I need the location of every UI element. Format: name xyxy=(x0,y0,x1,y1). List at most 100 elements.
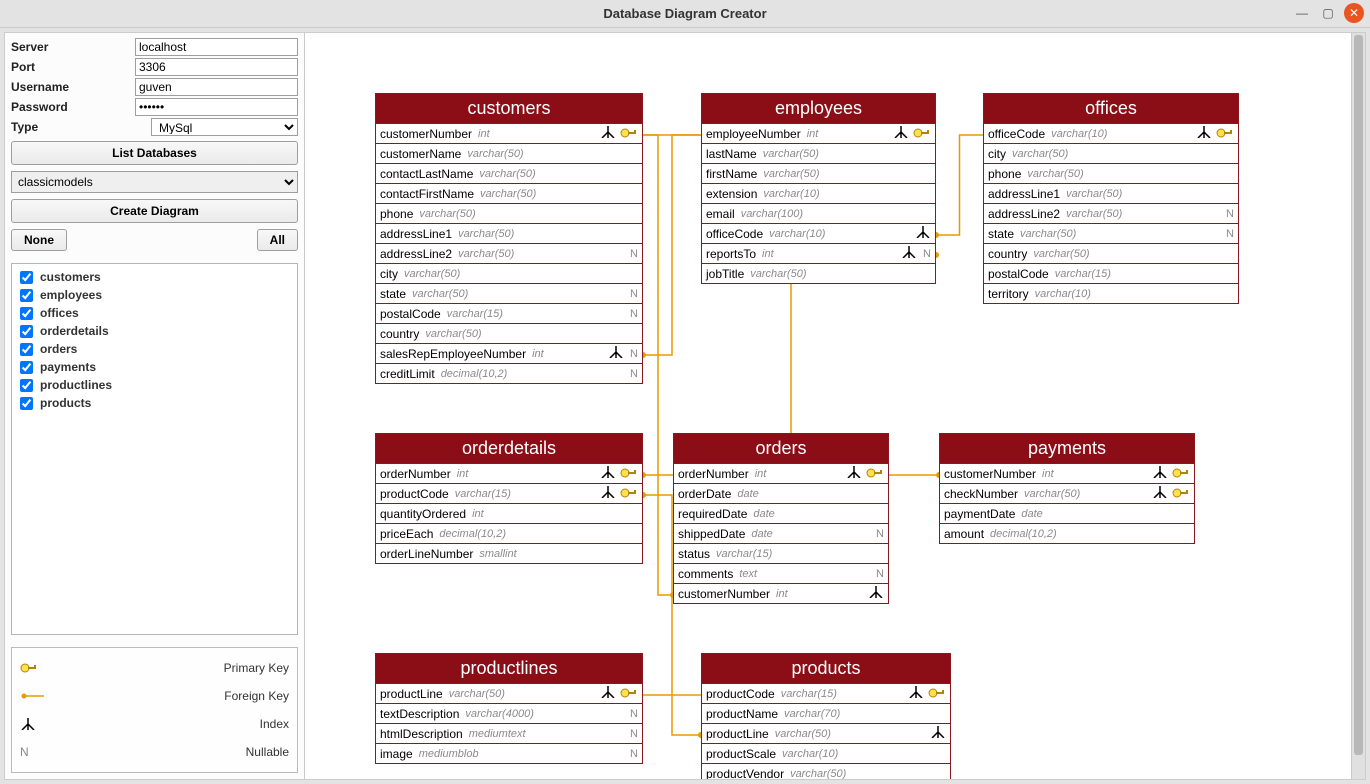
column-row: reportsTointN xyxy=(702,243,935,263)
column-type: varchar(50) xyxy=(790,768,846,780)
column-row: contactLastNamevarchar(50) xyxy=(376,163,642,183)
none-button[interactable]: None xyxy=(11,229,67,251)
column-markers: N xyxy=(628,728,638,740)
type-select[interactable]: MySql xyxy=(151,118,298,136)
column-markers: N xyxy=(628,708,638,720)
table-checkbox[interactable] xyxy=(20,361,33,374)
column-markers xyxy=(915,226,931,241)
null-icon: N xyxy=(628,248,638,260)
column-markers: N xyxy=(628,248,638,260)
column-name: productCode xyxy=(380,487,449,501)
column-type: varchar(10) xyxy=(763,188,819,200)
entity-offices[interactable]: officesofficeCodevarchar(10)cityvarchar(… xyxy=(983,93,1239,304)
column-row: quantityOrderedint xyxy=(376,503,642,523)
entity-employees[interactable]: employeesemployeeNumberintlastNamevarcha… xyxy=(701,93,936,284)
column-type: decimal(10,2) xyxy=(441,368,508,380)
column-type: varchar(50) xyxy=(467,148,523,160)
column-markers xyxy=(1152,486,1190,501)
table-checkbox-row: orderdetails xyxy=(16,322,293,340)
close-button[interactable]: ✕ xyxy=(1344,3,1364,23)
column-name: country xyxy=(380,327,419,341)
server-input[interactable] xyxy=(135,38,298,56)
fk-icon xyxy=(20,692,50,700)
entity-title: payments xyxy=(940,434,1194,463)
column-name: contactFirstName xyxy=(380,187,474,201)
column-row: customerNumberint xyxy=(674,583,888,603)
index-icon xyxy=(1196,126,1212,141)
column-row: emailvarchar(100) xyxy=(702,203,935,223)
table-checkbox[interactable] xyxy=(20,271,33,284)
table-checkbox-row: employees xyxy=(16,286,293,304)
column-markers: N xyxy=(874,568,884,580)
column-type: date xyxy=(753,508,774,520)
column-type: varchar(50) xyxy=(775,728,831,740)
index-icon xyxy=(20,718,50,730)
null-icon: N xyxy=(628,348,638,360)
table-checkbox[interactable] xyxy=(20,397,33,410)
titlebar: Database Diagram Creator — ▢ ✕ xyxy=(0,0,1370,28)
null-icon: N xyxy=(874,568,884,580)
index-icon xyxy=(930,726,946,741)
column-name: employeeNumber xyxy=(706,127,801,141)
column-row: territoryvarchar(10) xyxy=(984,283,1238,303)
create-diagram-button[interactable]: Create Diagram xyxy=(11,199,298,223)
index-icon xyxy=(868,586,884,601)
entity-productlines[interactable]: productlinesproductLinevarchar(50)textDe… xyxy=(375,653,643,764)
username-input[interactable] xyxy=(135,78,298,96)
column-row: checkNumbervarchar(50) xyxy=(940,483,1194,503)
table-checkbox[interactable] xyxy=(20,289,33,302)
table-checkbox-row: orders xyxy=(16,340,293,358)
entity-customers[interactable]: customerscustomerNumberintcustomerNameva… xyxy=(375,93,643,384)
column-markers xyxy=(600,126,638,141)
entity-orders[interactable]: ordersorderNumberintorderDatedaterequire… xyxy=(673,433,889,604)
column-type: smallint xyxy=(479,548,516,560)
all-button[interactable]: All xyxy=(257,229,298,251)
database-select[interactable]: classicmodels xyxy=(11,171,298,193)
password-input[interactable] xyxy=(135,98,298,116)
column-row: addressLine1varchar(50) xyxy=(376,223,642,243)
vertical-scrollbar[interactable] xyxy=(1351,33,1365,779)
column-type: varchar(10) xyxy=(1051,128,1107,140)
null-icon: N xyxy=(628,308,638,320)
table-checkbox-row: payments xyxy=(16,358,293,376)
null-icon: N xyxy=(628,368,638,380)
column-row: textDescriptionvarchar(4000)N xyxy=(376,703,642,723)
column-row: creditLimitdecimal(10,2)N xyxy=(376,363,642,383)
column-row: productLinevarchar(50) xyxy=(702,723,950,743)
column-markers xyxy=(908,686,946,701)
column-row: orderDatedate xyxy=(674,483,888,503)
column-type: date xyxy=(737,488,758,500)
column-row: amountdecimal(10,2) xyxy=(940,523,1194,543)
column-name: country xyxy=(988,247,1027,261)
column-name: customerNumber xyxy=(678,587,770,601)
entity-products[interactable]: productsproductCodevarchar(15)productNam… xyxy=(701,653,951,779)
column-row: productCodevarchar(15) xyxy=(376,483,642,503)
diagram-canvas[interactable]: customerscustomerNumberintcustomerNameva… xyxy=(305,33,1365,779)
column-row: countryvarchar(50) xyxy=(984,243,1238,263)
port-input[interactable] xyxy=(135,58,298,76)
minimize-button[interactable]: — xyxy=(1292,3,1312,23)
null-icon: N xyxy=(921,248,931,260)
list-databases-button[interactable]: List Databases xyxy=(11,141,298,165)
column-row: orderNumberint xyxy=(376,463,642,483)
table-checkbox[interactable] xyxy=(20,343,33,356)
maximize-button[interactable]: ▢ xyxy=(1318,3,1338,23)
column-markers xyxy=(1196,126,1234,141)
column-name: requiredDate xyxy=(678,507,747,521)
table-checkbox[interactable] xyxy=(20,325,33,338)
column-type: varchar(10) xyxy=(769,228,825,240)
column-name: firstName xyxy=(706,167,757,181)
column-name: priceEach xyxy=(380,527,433,541)
column-row: priceEachdecimal(10,2) xyxy=(376,523,642,543)
index-icon xyxy=(600,466,616,481)
entity-payments[interactable]: paymentscustomerNumberintcheckNumbervarc… xyxy=(939,433,1195,544)
column-name: paymentDate xyxy=(944,507,1015,521)
entity-orderdetails[interactable]: orderdetailsorderNumberintproductCodevar… xyxy=(375,433,643,564)
table-checkbox[interactable] xyxy=(20,379,33,392)
null-icon: N xyxy=(1224,228,1234,240)
column-markers xyxy=(600,486,638,501)
column-type: varchar(10) xyxy=(1035,288,1091,300)
column-name: extension xyxy=(706,187,757,201)
table-checkbox[interactable] xyxy=(20,307,33,320)
column-name: productScale xyxy=(706,747,776,761)
